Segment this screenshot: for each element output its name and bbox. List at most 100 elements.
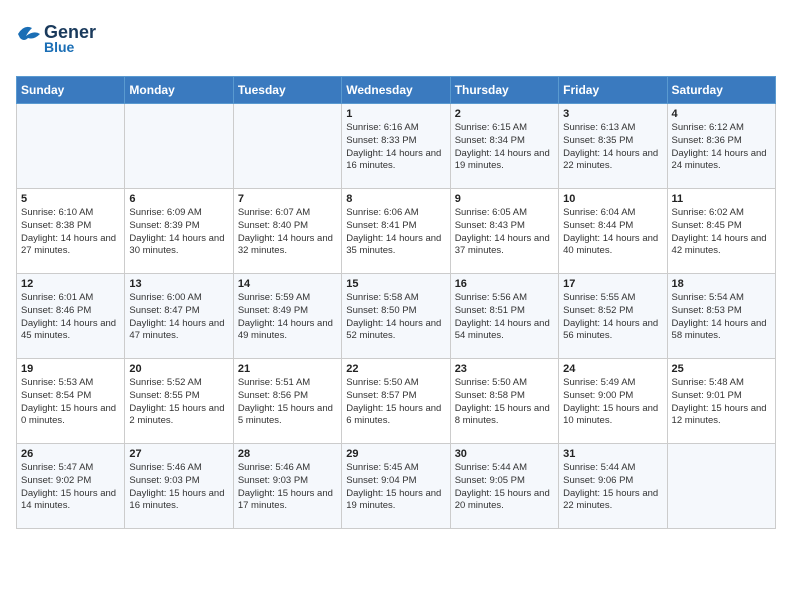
calendar-header: SundayMondayTuesdayWednesdayThursdayFrid…: [17, 77, 776, 104]
day-number: 23: [455, 363, 554, 375]
day-number: 29: [346, 448, 445, 460]
day-number: 24: [563, 363, 662, 375]
day-number: 18: [672, 278, 771, 290]
calendar-cell: 3 Sunrise: 6:13 AM Sunset: 8:35 PM Daylig…: [559, 104, 667, 189]
calendar-cell: 21 Sunrise: 5:51 AM Sunset: 8:56 PM Dayli…: [233, 359, 341, 444]
day-content: Sunrise: 6:16 AM Sunset: 8:33 PM Dayligh…: [346, 122, 445, 173]
calendar-cell: 25 Sunrise: 5:48 AM Sunset: 9:01 PM Dayli…: [667, 359, 775, 444]
day-content: Sunrise: 5:53 AM Sunset: 8:54 PM Dayligh…: [21, 377, 120, 428]
day-of-week-header: Monday: [125, 77, 233, 104]
day-content: Sunrise: 5:51 AM Sunset: 8:56 PM Dayligh…: [238, 377, 337, 428]
day-content: Sunrise: 6:01 AM Sunset: 8:46 PM Dayligh…: [21, 292, 120, 343]
day-content: Sunrise: 5:54 AM Sunset: 8:53 PM Dayligh…: [672, 292, 771, 343]
calendar-cell: 6Sunrise: 6:09 AM Sunset: 8:39 PM Daylig…: [125, 189, 233, 274]
day-content: Sunrise: 6:05 AM Sunset: 8:43 PM Dayligh…: [455, 207, 554, 258]
calendar-cell: 11 Sunrise: 6:02 AM Sunset: 8:45 PM Dayli…: [667, 189, 775, 274]
day-content: Sunrise: 6:02 AM Sunset: 8:45 PM Dayligh…: [672, 207, 771, 258]
calendar-cell: 24 Sunrise: 5:49 AM Sunset: 9:00 PM Dayli…: [559, 359, 667, 444]
calendar-cell: [17, 104, 125, 189]
calendar-cell: 20 Sunrise: 5:52 AM Sunset: 8:55 PM Dayli…: [125, 359, 233, 444]
day-of-week-header: Friday: [559, 77, 667, 104]
calendar-cell: 7Sunrise: 6:07 AM Sunset: 8:40 PM Daylig…: [233, 189, 341, 274]
day-number: 27: [129, 448, 228, 460]
day-number: 22: [346, 363, 445, 375]
calendar-cell: 18 Sunrise: 5:54 AM Sunset: 8:53 PM Dayli…: [667, 274, 775, 359]
day-number: 8: [346, 193, 445, 205]
day-content: Sunrise: 6:07 AM Sunset: 8:40 PM Dayligh…: [238, 207, 337, 258]
day-content: Sunrise: 6:06 AM Sunset: 8:41 PM Dayligh…: [346, 207, 445, 258]
calendar-cell: 10Sunrise: 6:04 AM Sunset: 8:44 PM Dayli…: [559, 189, 667, 274]
day-number: 2: [455, 108, 554, 120]
calendar-cell: [125, 104, 233, 189]
calendar-cell: 12Sunrise: 6:01 AM Sunset: 8:46 PM Dayli…: [17, 274, 125, 359]
calendar-cell: 17 Sunrise: 5:55 AM Sunset: 8:52 PM Dayli…: [559, 274, 667, 359]
calendar-cell: 22 Sunrise: 5:50 AM Sunset: 8:57 PM Dayli…: [342, 359, 450, 444]
calendar-week-row: 5 Sunrise: 6:10 AM Sunset: 8:38 PM Daylig…: [17, 189, 776, 274]
svg-text:Blue: Blue: [44, 39, 75, 55]
day-content: Sunrise: 5:55 AM Sunset: 8:52 PM Dayligh…: [563, 292, 662, 343]
calendar-cell: 30Sunrise: 5:44 AM Sunset: 9:05 PM Dayli…: [450, 444, 558, 529]
day-content: Sunrise: 6:00 AM Sunset: 8:47 PM Dayligh…: [129, 292, 228, 343]
day-of-week-header: Wednesday: [342, 77, 450, 104]
day-content: Sunrise: 6:13 AM Sunset: 8:35 PM Dayligh…: [563, 122, 662, 173]
day-number: 13: [129, 278, 228, 290]
day-content: Sunrise: 5:56 AM Sunset: 8:51 PM Dayligh…: [455, 292, 554, 343]
day-number: 15: [346, 278, 445, 290]
day-number: 3: [563, 108, 662, 120]
day-content: Sunrise: 5:47 AM Sunset: 9:02 PM Dayligh…: [21, 462, 120, 513]
day-of-week-header: Sunday: [17, 77, 125, 104]
calendar-cell: 13 Sunrise: 6:00 AM Sunset: 8:47 PM Dayli…: [125, 274, 233, 359]
calendar-cell: 5 Sunrise: 6:10 AM Sunset: 8:38 PM Daylig…: [17, 189, 125, 274]
day-content: Sunrise: 5:49 AM Sunset: 9:00 PM Dayligh…: [563, 377, 662, 428]
day-of-week-header: Saturday: [667, 77, 775, 104]
day-number: 20: [129, 363, 228, 375]
calendar-cell: 19 Sunrise: 5:53 AM Sunset: 8:54 PM Dayli…: [17, 359, 125, 444]
calendar-week-row: 26Sunrise: 5:47 AM Sunset: 9:02 PM Dayli…: [17, 444, 776, 529]
calendar-cell: 9 Sunrise: 6:05 AM Sunset: 8:43 PM Daylig…: [450, 189, 558, 274]
calendar-cell: 15 Sunrise: 5:58 AM Sunset: 8:50 PM Dayli…: [342, 274, 450, 359]
day-number: 5: [21, 193, 120, 205]
day-content: Sunrise: 5:50 AM Sunset: 8:57 PM Dayligh…: [346, 377, 445, 428]
day-content: Sunrise: 5:46 AM Sunset: 9:03 PM Dayligh…: [129, 462, 228, 513]
calendar-cell: 14 Sunrise: 5:59 AM Sunset: 8:49 PM Dayli…: [233, 274, 341, 359]
calendar-cell: 2 Sunrise: 6:15 AM Sunset: 8:34 PM Daylig…: [450, 104, 558, 189]
day-number: 17: [563, 278, 662, 290]
day-number: 25: [672, 363, 771, 375]
day-content: Sunrise: 6:15 AM Sunset: 8:34 PM Dayligh…: [455, 122, 554, 173]
calendar-cell: [667, 444, 775, 529]
day-number: 1: [346, 108, 445, 120]
day-number: 28: [238, 448, 337, 460]
day-content: Sunrise: 6:12 AM Sunset: 8:36 PM Dayligh…: [672, 122, 771, 173]
calendar-week-row: 1 Sunrise: 6:16 AM Sunset: 8:33 PM Daylig…: [17, 104, 776, 189]
day-number: 9: [455, 193, 554, 205]
day-of-week-header: Tuesday: [233, 77, 341, 104]
calendar-cell: 23 Sunrise: 5:50 AM Sunset: 8:58 PM Dayli…: [450, 359, 558, 444]
day-content: Sunrise: 5:58 AM Sunset: 8:50 PM Dayligh…: [346, 292, 445, 343]
calendar-cell: 27 Sunrise: 5:46 AM Sunset: 9:03 PM Dayli…: [125, 444, 233, 529]
day-content: Sunrise: 5:52 AM Sunset: 8:55 PM Dayligh…: [129, 377, 228, 428]
page-header: GeneralBlue: [16, 16, 776, 66]
day-content: Sunrise: 5:46 AM Sunset: 9:03 PM Dayligh…: [238, 462, 337, 513]
calendar-cell: 4 Sunrise: 6:12 AM Sunset: 8:36 PM Daylig…: [667, 104, 775, 189]
day-number: 19: [21, 363, 120, 375]
day-content: Sunrise: 5:48 AM Sunset: 9:01 PM Dayligh…: [672, 377, 771, 428]
calendar-cell: 8 Sunrise: 6:06 AM Sunset: 8:41 PM Daylig…: [342, 189, 450, 274]
day-of-week-header: Thursday: [450, 77, 558, 104]
day-number: 21: [238, 363, 337, 375]
day-number: 30: [455, 448, 554, 460]
day-number: 10: [563, 193, 662, 205]
day-number: 31: [563, 448, 662, 460]
day-content: Sunrise: 6:09 AM Sunset: 8:39 PM Dayligh…: [129, 207, 228, 258]
calendar-cell: 28 Sunrise: 5:46 AM Sunset: 9:03 PM Dayli…: [233, 444, 341, 529]
day-content: Sunrise: 5:59 AM Sunset: 8:49 PM Dayligh…: [238, 292, 337, 343]
calendar-cell: 29Sunrise: 5:45 AM Sunset: 9:04 PM Dayli…: [342, 444, 450, 529]
calendar-cell: 16Sunrise: 5:56 AM Sunset: 8:51 PM Dayli…: [450, 274, 558, 359]
day-content: Sunrise: 5:50 AM Sunset: 8:58 PM Dayligh…: [455, 377, 554, 428]
day-content: Sunrise: 6:10 AM Sunset: 8:38 PM Dayligh…: [21, 207, 120, 258]
day-number: 11: [672, 193, 771, 205]
day-content: Sunrise: 5:44 AM Sunset: 9:06 PM Dayligh…: [563, 462, 662, 513]
logo: GeneralBlue: [16, 16, 96, 66]
calendar-week-row: 19 Sunrise: 5:53 AM Sunset: 8:54 PM Dayli…: [17, 359, 776, 444]
day-number: 14: [238, 278, 337, 290]
day-number: 4: [672, 108, 771, 120]
